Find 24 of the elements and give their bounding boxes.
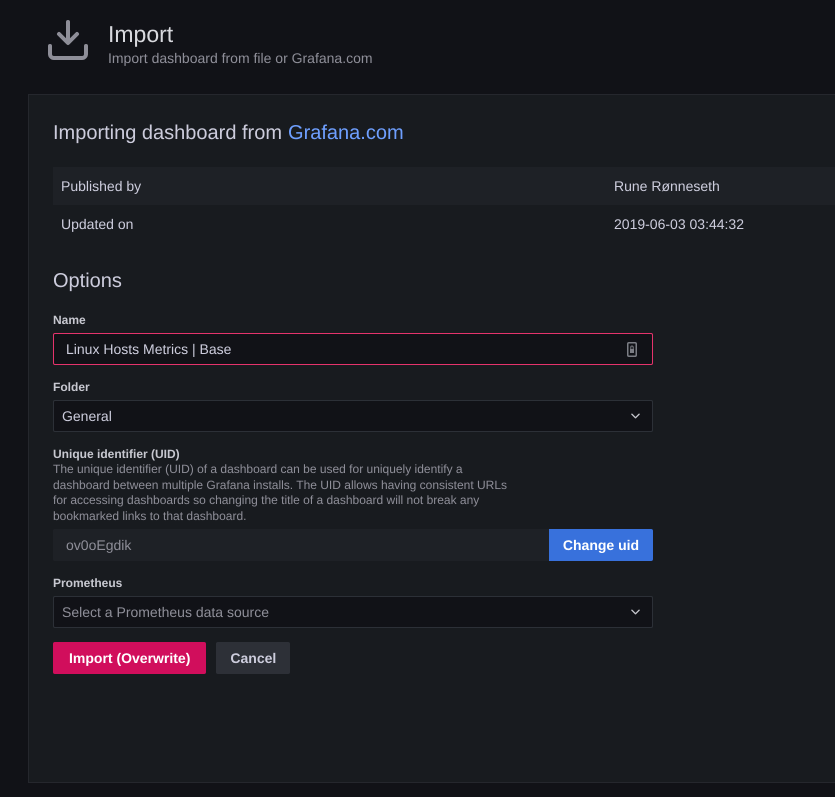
import-source-heading: Importing dashboard from Grafana.com [53, 121, 405, 145]
page-title: Import [108, 20, 174, 49]
cancel-button[interactable]: Cancel [216, 642, 290, 674]
text-field[interactable]: Linux Hosts Metrics | Base [53, 333, 653, 365]
table-cell-text: 2019-06-03 03:44:32 [613, 215, 745, 234]
source-link[interactable]: Grafana.com [288, 122, 404, 144]
page-subtitle: Import dashboard from file or Grafana.com [108, 49, 373, 67]
chevron-down-icon [631, 413, 640, 419]
download-icon [48, 20, 88, 60]
field-description: The unique identifier (UID) of a dashboard can be used for uniquely identify a dashboard between multiple Grafana installs. The UID allows having consistent URLs for accessing dashboards so changing the title of a dashboard will not break any bookmarked links to that dashboard. [53, 462, 508, 524]
uid-field: ov0oEgdik [53, 529, 549, 561]
table-cell: Rune Rønneseth [606, 167, 835, 205]
chevron-down-icon [631, 609, 640, 615]
import-button[interactable]: Import (Overwrite) [53, 642, 206, 674]
field-label: Name [53, 312, 87, 328]
dropdown-field[interactable]: General [53, 400, 653, 432]
table-cell-text: Updated on [60, 215, 134, 234]
field-label: Prometheus [53, 575, 124, 591]
field-label: Folder [53, 379, 91, 395]
options-heading: Options [53, 269, 123, 293]
dropdown-field[interactable]: Select a Prometheus data source [53, 596, 653, 628]
table-cell: Published by [53, 167, 606, 205]
lock-icon[interactable] [627, 342, 637, 356]
field-label: Unique identifier (UID) [53, 446, 181, 462]
